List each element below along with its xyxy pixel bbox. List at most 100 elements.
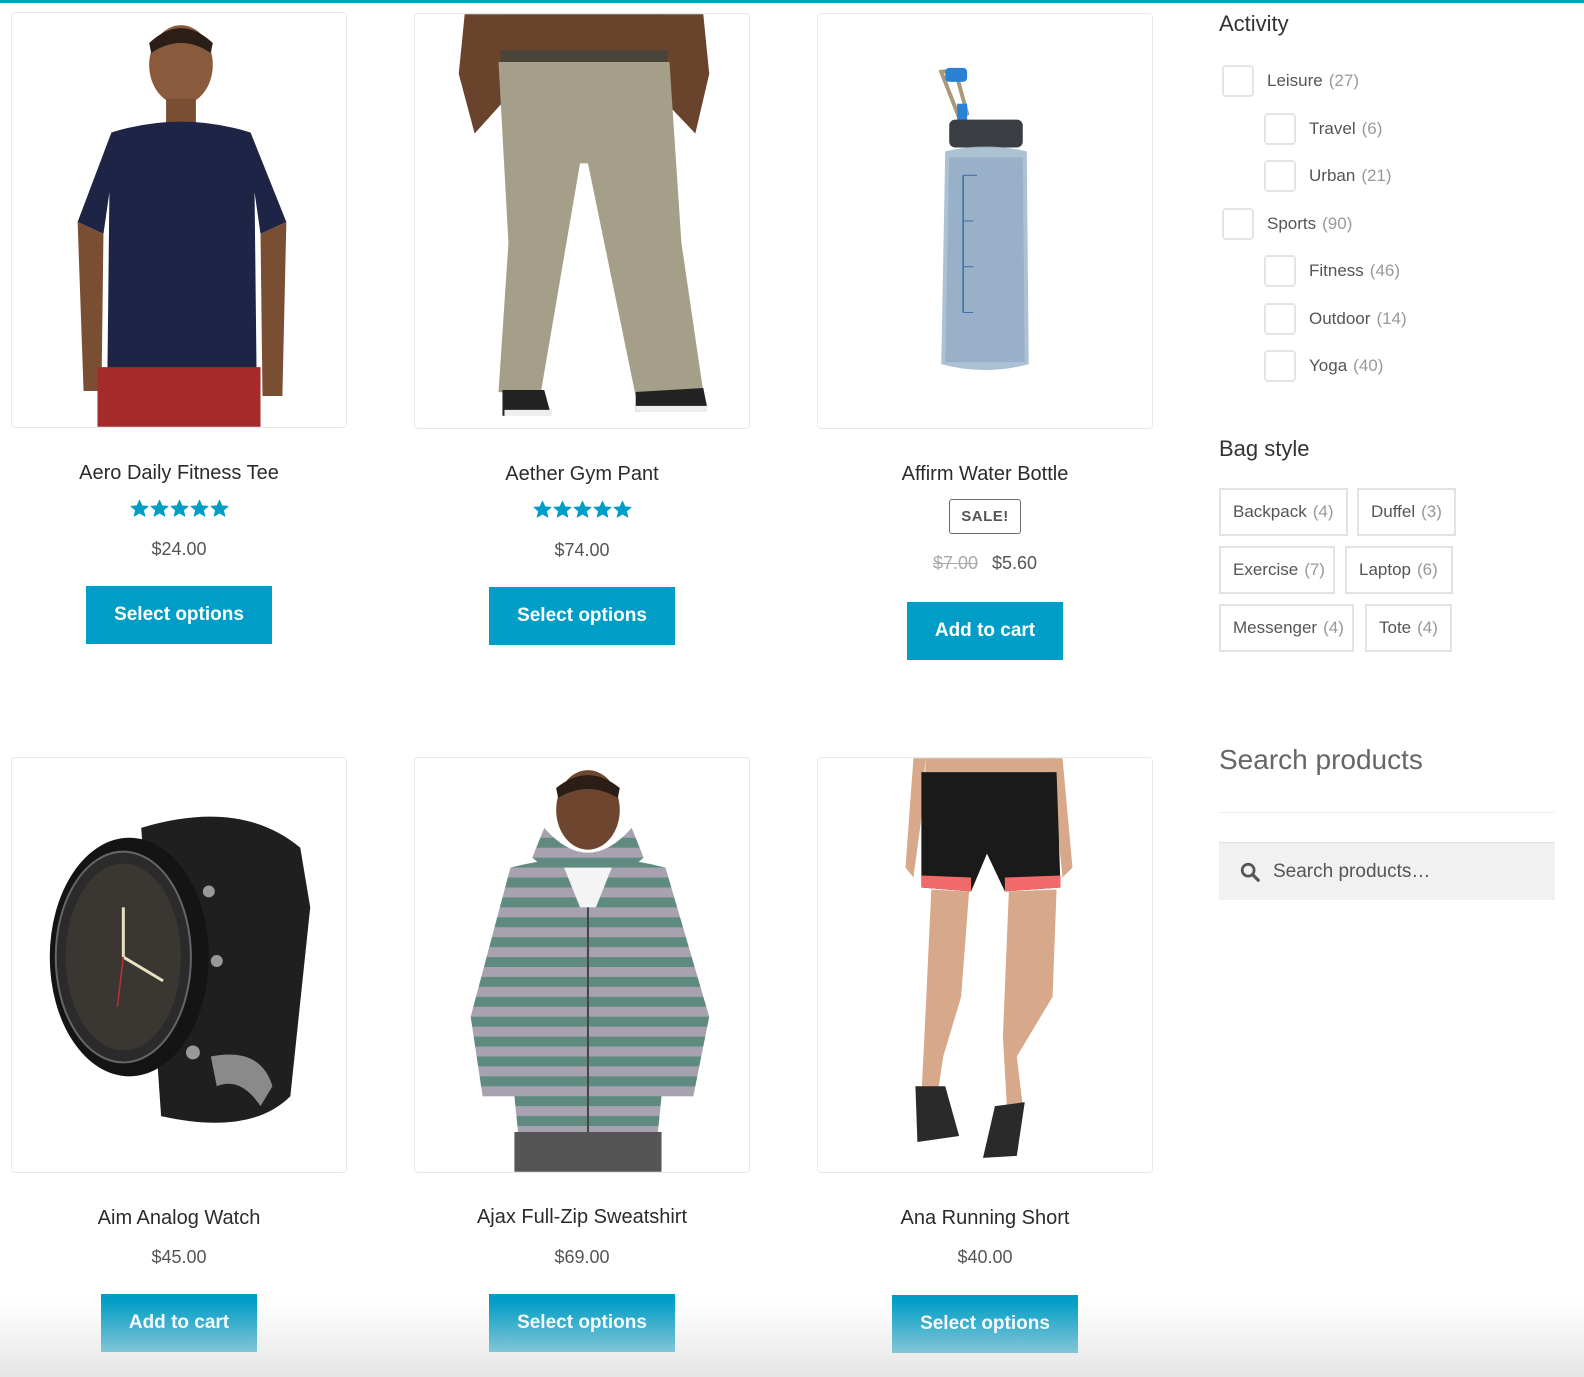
product-title[interactable]: Aether Gym Pant xyxy=(414,461,750,487)
product-image-link[interactable] xyxy=(414,757,750,1173)
filter-checkbox[interactable] xyxy=(1264,303,1296,335)
product-price: $74.00 xyxy=(414,538,750,562)
product-title[interactable]: Ana Running Short xyxy=(817,1205,1153,1231)
rating-stars xyxy=(11,499,347,523)
price-amount: $45.00 xyxy=(151,1247,207,1267)
product-price: $69.00 xyxy=(414,1245,750,1269)
star-icon xyxy=(553,500,571,518)
price-amount: $40.00 xyxy=(957,1247,1013,1267)
filter-label: Fitness xyxy=(1309,261,1364,280)
product-card: Aim Analog Watch $45.00 Add to cart xyxy=(11,757,347,1352)
tag-label: Messenger xyxy=(1233,618,1318,637)
tag-tote[interactable]: Tote (4) xyxy=(1365,604,1452,652)
filter-count: (6) xyxy=(1361,119,1383,138)
sale-badge-wrap: SALE! xyxy=(817,487,1153,534)
price-amount: $24.00 xyxy=(151,539,207,559)
filter-count: (27) xyxy=(1328,71,1359,90)
search-widget-title: Search products xyxy=(1219,744,1423,775)
tag-messenger[interactable]: Messenger (4) xyxy=(1219,604,1354,652)
filter-label: Travel xyxy=(1309,119,1356,138)
tag-label: Backpack xyxy=(1233,502,1307,521)
search-input[interactable] xyxy=(1273,860,1543,883)
filter-label: Sports xyxy=(1267,214,1317,233)
tag-laptop[interactable]: Laptop (6) xyxy=(1345,546,1453,594)
product-title[interactable]: Aero Daily Fitness Tee xyxy=(11,460,347,486)
tag-count: (7) xyxy=(1304,560,1325,579)
filter-checkbox[interactable] xyxy=(1222,65,1254,97)
filter-checkbox[interactable] xyxy=(1264,350,1296,382)
filter-label: Yoga xyxy=(1309,356,1348,375)
star-icon xyxy=(593,500,611,518)
rating-stars xyxy=(414,500,750,524)
filter-item-sports[interactable]: Sports (90) xyxy=(1222,208,1352,240)
tag-backpack[interactable]: Backpack (4) xyxy=(1219,488,1348,536)
product-image-striped-zip-hoodie xyxy=(415,758,749,1172)
star-icon xyxy=(573,500,591,518)
product-image-blue-water-bottle xyxy=(818,14,1152,428)
product-title[interactable]: Ajax Full-Zip Sweatshirt xyxy=(414,1204,750,1230)
filter-label: Leisure xyxy=(1267,71,1323,90)
filter-item-urban[interactable]: Urban (21) xyxy=(1264,160,1392,192)
divider xyxy=(1219,812,1555,813)
sale-price: $5.60 xyxy=(992,553,1038,573)
select-options-button[interactable]: Select options xyxy=(489,1294,675,1352)
star-icon xyxy=(190,499,208,517)
tag-label: Laptop xyxy=(1359,560,1411,579)
product-card: Aether Gym Pant $74.00 Select options xyxy=(414,13,750,645)
product-price: $7.00 $5.60 xyxy=(817,551,1153,575)
tag-label: Tote xyxy=(1379,618,1412,637)
tag-count: (6) xyxy=(1417,560,1438,579)
add-to-cart-button[interactable]: Add to cart xyxy=(100,1294,258,1352)
product-image-link[interactable] xyxy=(11,757,347,1173)
select-options-button[interactable]: Select options xyxy=(489,587,675,645)
product-card: Affirm Water Bottle SALE! $7.00 $5.60 Add… xyxy=(817,13,1153,660)
filter-item-yoga[interactable]: Yoga (40) xyxy=(1264,350,1383,382)
product-price: $45.00 xyxy=(11,1245,347,1269)
tag-count: (4) xyxy=(1417,618,1438,637)
original-price: $7.00 xyxy=(932,553,978,573)
filter-item-leisure[interactable]: Leisure (27) xyxy=(1222,65,1359,97)
product-title[interactable]: Affirm Water Bottle xyxy=(817,461,1153,487)
product-image-link[interactable] xyxy=(817,13,1153,429)
product-image-link[interactable] xyxy=(817,757,1153,1173)
tag-count: (3) xyxy=(1421,502,1442,521)
product-card: Aero Daily Fitness Tee $24.00 Select opt… xyxy=(11,12,347,644)
activity-widget-title: Activity xyxy=(1219,11,1289,36)
star-icon xyxy=(170,499,188,517)
price-amount: $69.00 xyxy=(554,1247,610,1267)
tag-exercise[interactable]: Exercise (7) xyxy=(1219,546,1335,594)
search-field[interactable] xyxy=(1219,842,1555,900)
filter-checkbox[interactable] xyxy=(1264,160,1296,192)
tag-count: (4) xyxy=(1312,502,1334,521)
product-image-black-running-shorts xyxy=(818,758,1152,1172)
product-card: Ajax Full-Zip Sweatshirt $69.00 Select o… xyxy=(414,757,750,1352)
filter-checkbox[interactable] xyxy=(1264,113,1296,145)
product-price: $24.00 xyxy=(11,537,347,561)
add-to-cart-button[interactable]: Add to cart xyxy=(906,602,1064,660)
star-icon xyxy=(613,500,631,518)
product-image-link[interactable] xyxy=(414,13,750,429)
tag-count: (4) xyxy=(1323,618,1344,637)
filter-count: (14) xyxy=(1376,309,1407,328)
filter-item-travel[interactable]: Travel (6) xyxy=(1264,113,1382,145)
filter-item-fitness[interactable]: Fitness (46) xyxy=(1264,255,1400,287)
tag-duffel[interactable]: Duffel (3) xyxy=(1357,488,1456,536)
filter-label: Urban xyxy=(1309,166,1356,185)
filter-item-outdoor[interactable]: Outdoor (14) xyxy=(1264,303,1407,335)
product-price: $40.00 xyxy=(817,1245,1153,1269)
tag-label: Exercise xyxy=(1233,560,1299,579)
product-image-link[interactable] xyxy=(11,12,347,428)
select-options-button[interactable]: Select options xyxy=(892,1295,1078,1353)
sale-badge: SALE! xyxy=(949,499,1021,534)
product-title[interactable]: Aim Analog Watch xyxy=(11,1205,347,1231)
filter-label: Outdoor xyxy=(1309,309,1371,328)
tag-label: Duffel xyxy=(1371,502,1416,521)
star-icon xyxy=(130,499,148,517)
filter-count: (40) xyxy=(1353,356,1384,375)
search-icon xyxy=(1240,862,1260,882)
product-image-navy-tshirt xyxy=(12,13,346,427)
star-icon xyxy=(150,499,168,517)
filter-checkbox[interactable] xyxy=(1222,208,1254,240)
select-options-button[interactable]: Select options xyxy=(86,586,272,644)
filter-checkbox[interactable] xyxy=(1264,255,1296,287)
